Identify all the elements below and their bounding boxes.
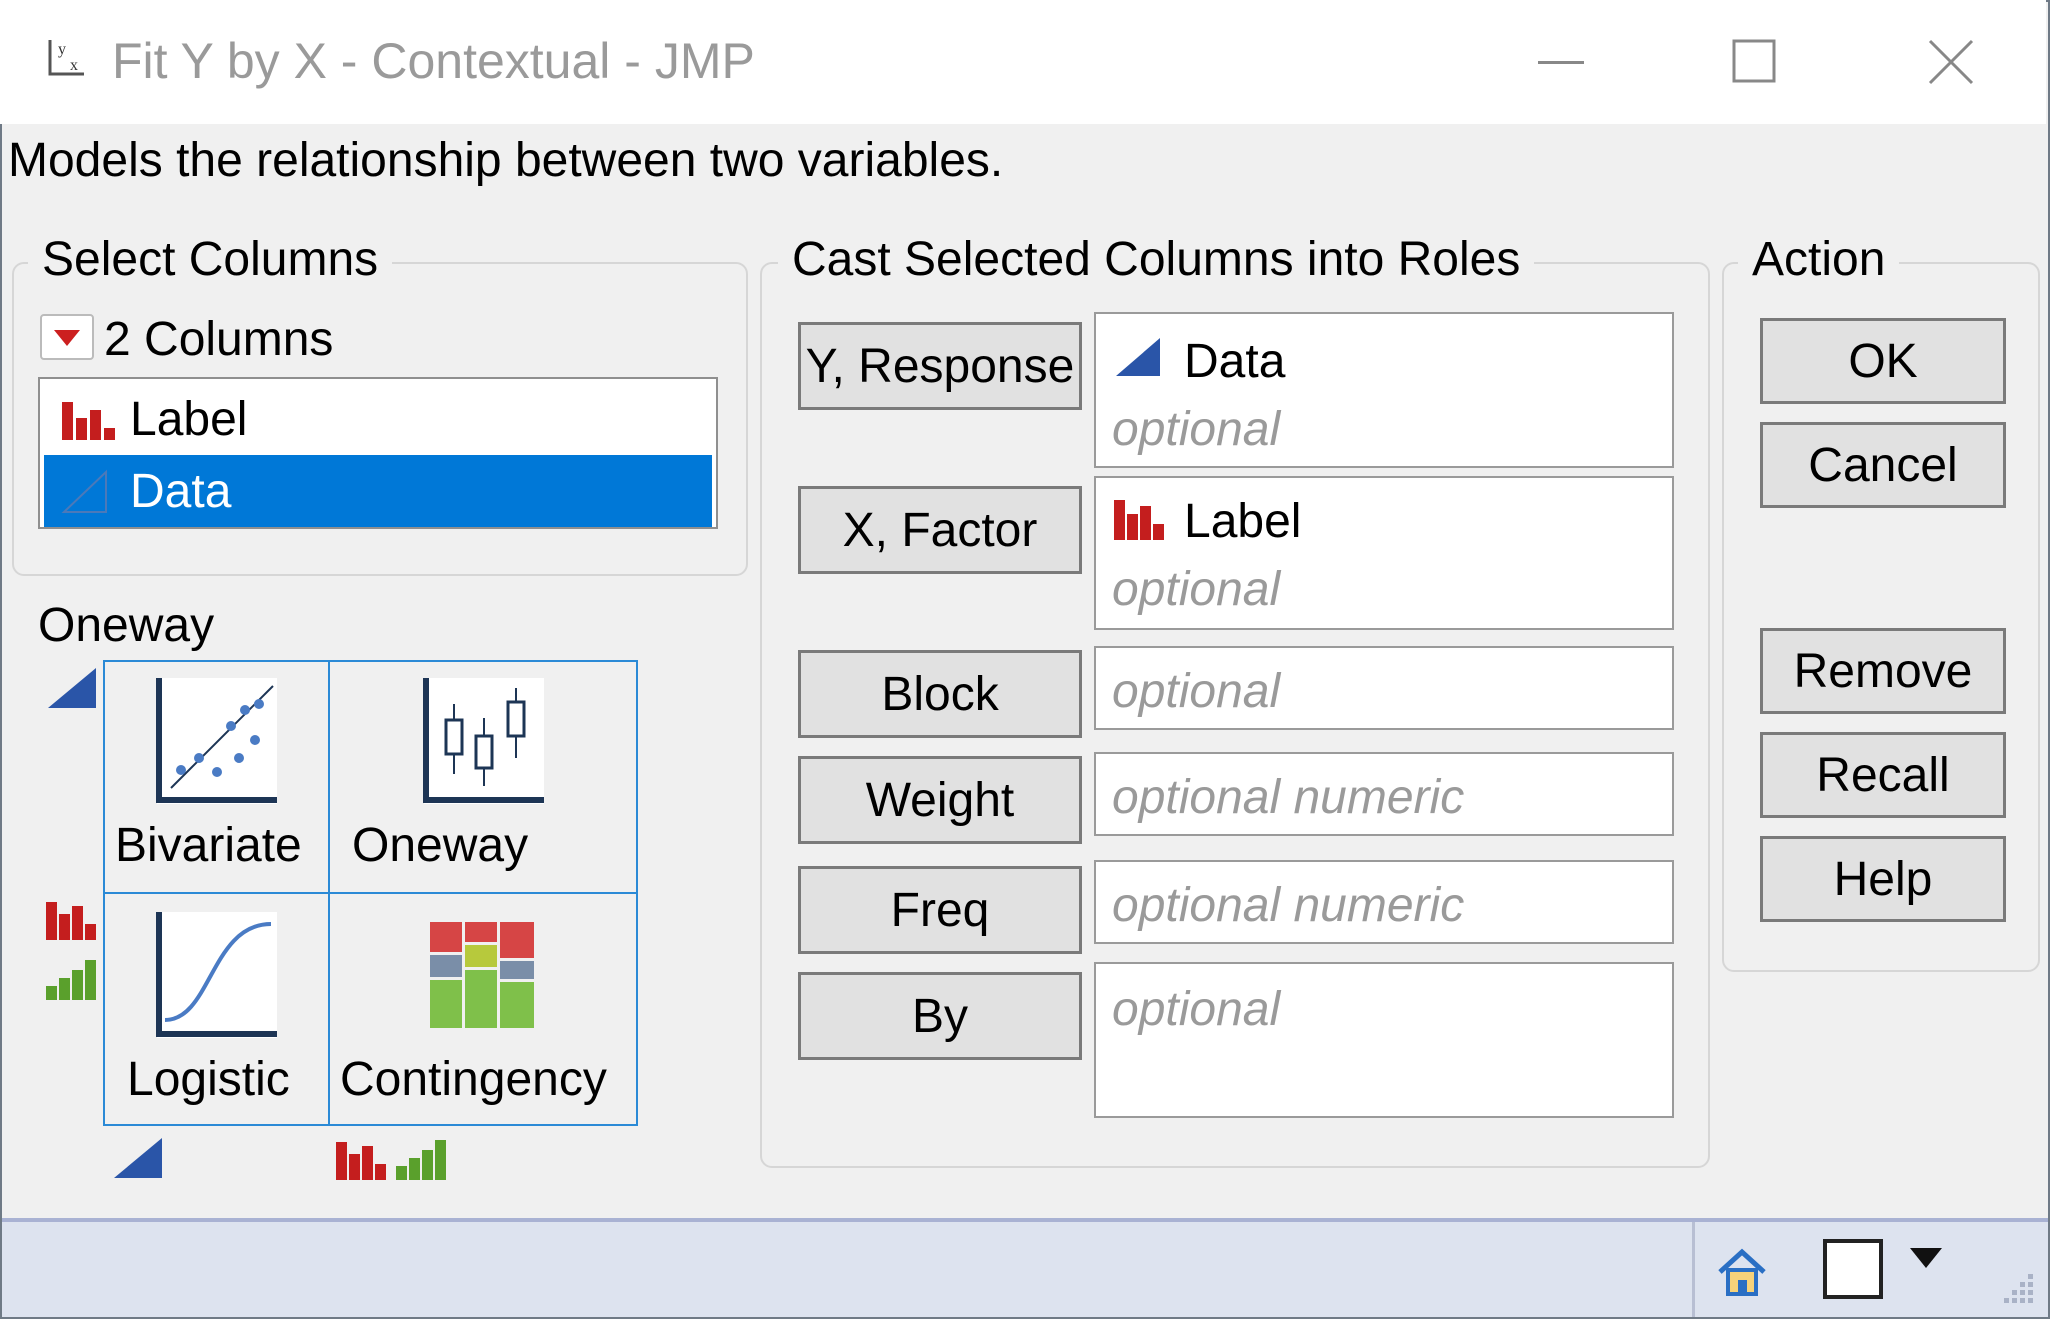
x-factor-box[interactable]: Label optional bbox=[1094, 476, 1674, 630]
dialog-description: Models the relationship between two vari… bbox=[8, 134, 1004, 187]
status-divider bbox=[1692, 1222, 1695, 1317]
column-item-label[interactable]: Label bbox=[44, 383, 712, 455]
nominal-x-icon bbox=[336, 1142, 386, 1180]
current-platform-label: Oneway bbox=[38, 599, 215, 652]
y-response-button[interactable]: Y, Response bbox=[798, 322, 1082, 410]
continuous-x-icon bbox=[114, 1138, 162, 1178]
block-button[interactable]: Block bbox=[798, 650, 1082, 738]
svg-text:x: x bbox=[70, 57, 78, 74]
cancel-button[interactable]: Cancel bbox=[1760, 422, 2006, 508]
tile-label: Logistic bbox=[127, 1053, 290, 1106]
home-button[interactable] bbox=[1712, 1242, 1772, 1302]
help-button[interactable]: Help bbox=[1760, 836, 2006, 922]
ok-button[interactable]: OK bbox=[1760, 318, 2006, 404]
fit-y-by-x-icon: y x bbox=[44, 36, 90, 82]
continuous-triangle-icon bbox=[61, 469, 107, 513]
role-placeholder: optional numeric bbox=[1112, 771, 1465, 824]
resize-grip-icon bbox=[2004, 1274, 2033, 1303]
column-item-text: Data bbox=[130, 464, 232, 518]
title-bar[interactable]: y x Fit Y by X - Contextual - JMP bbox=[0, 0, 2046, 124]
resize-grip[interactable] bbox=[1994, 1268, 2038, 1312]
platform-tile-bivariate[interactable]: Bivariate bbox=[103, 660, 330, 894]
remove-button[interactable]: Remove bbox=[1760, 628, 2006, 714]
role-placeholder: optional bbox=[1112, 665, 1281, 718]
close-button[interactable] bbox=[1896, 20, 2006, 104]
tile-label: Bivariate bbox=[115, 819, 302, 872]
nominal-y-icon bbox=[46, 902, 96, 940]
window-title: Fit Y by X - Contextual - JMP bbox=[112, 33, 755, 89]
close-icon bbox=[1928, 39, 1974, 85]
ordinal-y-icon bbox=[46, 960, 96, 1000]
action-legend: Action bbox=[1738, 236, 1900, 284]
weight-box[interactable]: optional numeric bbox=[1094, 752, 1674, 836]
tile-label: Contingency bbox=[340, 1053, 607, 1106]
recall-button[interactable]: Recall bbox=[1760, 732, 2006, 818]
y-response-box[interactable]: Data optional bbox=[1094, 312, 1674, 468]
role-placeholder: optional numeric bbox=[1112, 879, 1465, 932]
ordinal-x-icon bbox=[396, 1140, 446, 1180]
x-factor-button[interactable]: X, Factor bbox=[798, 486, 1082, 574]
freq-box[interactable]: optional numeric bbox=[1094, 860, 1674, 944]
by-button[interactable]: By bbox=[798, 972, 1082, 1060]
tile-label: Oneway bbox=[352, 819, 529, 872]
minimize-icon bbox=[1538, 61, 1584, 64]
columns-count: 2 Columns bbox=[104, 313, 334, 366]
column-item-text: Label bbox=[130, 392, 248, 446]
minimize-button[interactable] bbox=[1508, 20, 1618, 104]
weight-button[interactable]: Weight bbox=[798, 756, 1082, 844]
status-bar bbox=[2, 1218, 2048, 1317]
assigned-column[interactable]: Data bbox=[1184, 334, 1285, 389]
svg-text:y: y bbox=[58, 41, 66, 58]
select-columns-legend: Select Columns bbox=[28, 236, 393, 284]
roles-legend: Cast Selected Columns into Roles bbox=[778, 236, 1535, 284]
box-plot-icon bbox=[423, 678, 544, 804]
maximize-button[interactable] bbox=[1700, 20, 1810, 104]
role-placeholder: optional bbox=[1112, 403, 1281, 456]
dropdown-arrow-icon bbox=[1910, 1248, 1942, 1268]
role-placeholder: optional bbox=[1112, 983, 1281, 1036]
red-triangle-icon bbox=[54, 330, 80, 346]
nominal-bar-icon bbox=[1114, 500, 1164, 540]
scatter-plot-icon bbox=[156, 678, 277, 804]
by-box[interactable]: optional bbox=[1094, 962, 1674, 1118]
freq-button[interactable]: Freq bbox=[798, 866, 1082, 954]
continuous-y-icon bbox=[48, 668, 96, 708]
home-icon bbox=[1718, 1248, 1766, 1296]
platform-tile-oneway[interactable]: Oneway bbox=[328, 660, 638, 894]
window-list-dropdown[interactable] bbox=[1906, 1242, 1946, 1282]
window-list-button[interactable] bbox=[1822, 1238, 1884, 1300]
role-placeholder: optional bbox=[1112, 563, 1281, 616]
continuous-triangle-icon bbox=[1116, 338, 1160, 376]
window-icon bbox=[1823, 1239, 1883, 1299]
platform-tile-contingency[interactable]: Contingency bbox=[328, 892, 638, 1126]
assigned-column[interactable]: Label bbox=[1184, 494, 1301, 549]
column-item-data[interactable]: Data bbox=[44, 455, 712, 527]
block-box[interactable]: optional bbox=[1094, 646, 1674, 730]
platform-tile-logistic[interactable]: Logistic bbox=[103, 892, 330, 1126]
columns-list[interactable]: Label Data bbox=[38, 377, 718, 529]
logistic-curve-icon bbox=[156, 912, 277, 1038]
nominal-bar-icon bbox=[62, 402, 115, 440]
maximize-icon bbox=[1732, 39, 1776, 83]
mosaic-plot-icon bbox=[430, 922, 534, 1028]
columns-dropdown-button[interactable] bbox=[40, 314, 94, 360]
